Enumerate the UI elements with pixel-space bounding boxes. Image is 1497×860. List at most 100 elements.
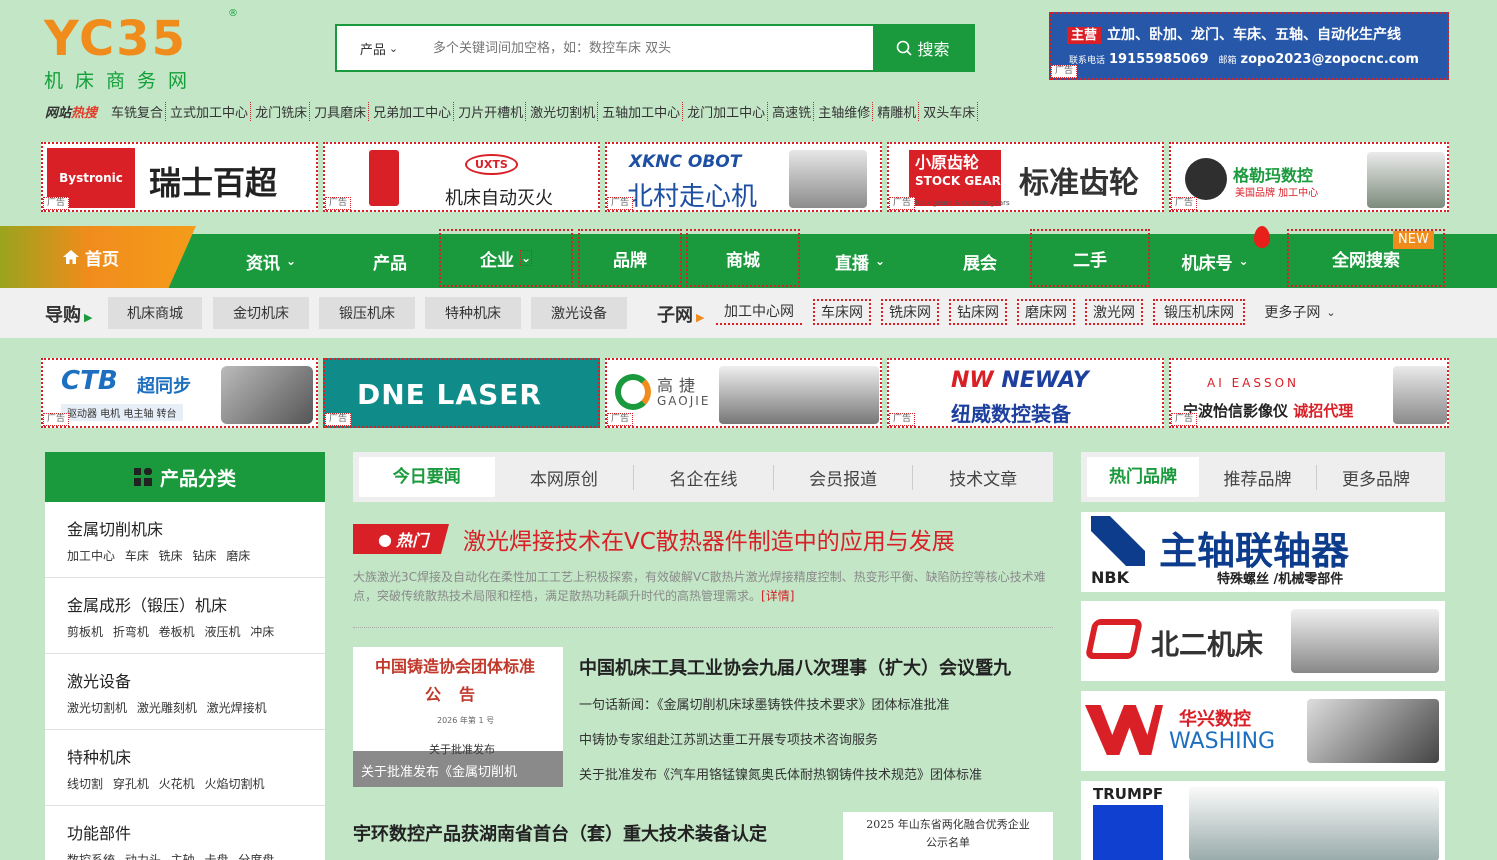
chevron-down-icon: ⌄ xyxy=(1238,254,1249,268)
subnet-link[interactable]: 加工中心网 xyxy=(716,299,802,325)
subnet-link[interactable]: 磨床网 xyxy=(1017,299,1075,325)
hot-keyword[interactable]: 高速铣 xyxy=(770,101,815,121)
nav-live[interactable]: 直播 ⌄ xyxy=(800,234,920,288)
brand-name: 北二机床 xyxy=(1151,628,1264,661)
guide-label: 导购 ▶ xyxy=(45,301,92,327)
search-input[interactable] xyxy=(421,26,873,70)
news-title[interactable]: 宇环数控产品获湖南省首台（套）重大技术装备认定 xyxy=(353,820,767,846)
ad-gelema[interactable]: 格勒玛数控 美国品牌 加工中心 广告 xyxy=(1169,142,1449,212)
nav-secondhand[interactable]: 二手 xyxy=(1030,229,1150,287)
tab-tech-articles[interactable]: 技术文章 xyxy=(913,465,1053,490)
category-subs[interactable]: 线切割 穿孔机 火花机 火焰切割机 xyxy=(67,775,325,792)
ad-easson[interactable]: AI EASSON 宁波怡信影像仪 诚招代理 广告 xyxy=(1169,358,1449,428)
subnet-link[interactable]: 激光网 xyxy=(1085,299,1143,325)
ad-sub: 美国品牌 加工中心 xyxy=(1235,188,1319,199)
easson-logo: AI EASSON xyxy=(1207,376,1300,390)
hot-keyword[interactable]: 兄弟加工中心 xyxy=(371,101,455,121)
ad-tag: 广告 xyxy=(1171,197,1198,210)
ad-ctb[interactable]: CTB 超同步 驱动器 电机 电主轴 转台 广告 xyxy=(41,358,318,428)
tab-member-reports[interactable]: 会员报道 xyxy=(774,464,914,490)
ad-gaojie[interactable]: 高捷 GAOJIE 广告 xyxy=(605,358,882,428)
details-link[interactable]: [详情] xyxy=(761,589,794,603)
thumb-line2: 公告 xyxy=(425,685,494,704)
hot-keyword[interactable]: 刀片开槽机 xyxy=(456,101,527,121)
hot-keyword[interactable]: 精雕机 xyxy=(875,101,920,121)
search-category-select[interactable]: 产品 ⌄ xyxy=(337,26,421,70)
uxts-logo: UXTS xyxy=(465,154,518,175)
brand-trumpf[interactable]: TRUMPF xyxy=(1081,781,1445,860)
nav-brand[interactable]: 品牌 xyxy=(578,229,682,287)
tab-famous-companies[interactable]: 名企在线 xyxy=(634,464,774,490)
category-title: 功能部件 xyxy=(67,824,132,843)
ad-neway[interactable]: NW NEWAY 纽威数控装备 广告 xyxy=(887,358,1164,428)
ad-stock-gears[interactable]: 小原齿轮 STOCK GEARS Stock gears & custom gea… xyxy=(887,142,1164,212)
tab-today-news[interactable]: 今日要闻 xyxy=(359,457,495,497)
search-button[interactable]: 搜索 xyxy=(873,26,973,70)
news-title[interactable]: 中国机床工具工业协会九届八次理事（扩大）会议暨九 xyxy=(579,654,1011,680)
guide-button[interactable]: 金切机床 xyxy=(213,297,309,329)
category-title: 激光设备 xyxy=(67,672,132,691)
category-subs[interactable]: 数控系统 动力头 主轴 卡盘 分度盘 xyxy=(67,851,325,860)
category-block[interactable]: 特种机床 线切割 穿孔机 火花机 火焰切割机 xyxy=(45,730,325,806)
guide-button[interactable]: 锻压机床 xyxy=(319,297,415,329)
news-thumbnail[interactable]: 2025 年山东省两化融合优秀企业 公示名单 xyxy=(843,812,1053,860)
nav-expo[interactable]: 展会 xyxy=(920,234,1040,288)
headline-link[interactable]: 激光焊接技术在VC散热器件制造中的应用与发展 xyxy=(463,522,955,556)
category-title: 金属成形（锻压）机床 xyxy=(67,596,228,615)
category-subs[interactable]: 剪板机 折弯机 卷板机 液压机 冲床 xyxy=(67,623,325,640)
hot-keyword[interactable]: 龙门铣床 xyxy=(253,101,311,121)
hot-keyword[interactable]: 主轴维修 xyxy=(816,101,874,121)
ad-bystronic[interactable]: Bystronic 瑞士百超 广告 xyxy=(41,142,318,212)
nav-home[interactable]: 首页 xyxy=(0,226,196,288)
subnet-label-text: 子网 xyxy=(657,305,693,326)
guide-button[interactable]: 激光设备 xyxy=(531,297,627,329)
ad-dne-laser[interactable]: DNE LASER 广告 xyxy=(323,358,600,428)
tab-recommended-brands[interactable]: 推荐品牌 xyxy=(1199,464,1317,490)
brand-washing[interactable]: 华兴数控 WASHING xyxy=(1081,691,1445,771)
news-link[interactable]: 中铸协专家组赴江苏凯达重工开展专项技术咨询服务 xyxy=(579,729,878,748)
subnet-link[interactable]: 铣床网 xyxy=(881,299,939,325)
category-block[interactable]: 功能部件数控系统 动力头 主轴 卡盘 分度盘 xyxy=(45,806,325,860)
tab-more-brands[interactable]: 更多品牌 xyxy=(1317,465,1435,490)
more-subnets[interactable]: 更多子网 ⌄ xyxy=(1255,299,1345,325)
guide-button[interactable]: 机床商城 xyxy=(108,297,202,329)
category-block[interactable]: 金属成形（锻压）机床剪板机 折弯机 卷板机 液压机 冲床 xyxy=(45,578,325,654)
ad-uxts[interactable]: UXTS 机床自动灭火 广告 xyxy=(323,142,600,212)
ad-xknc[interactable]: XKNC OBOT 北村走心机 广告 xyxy=(605,142,882,212)
hot-search-bar: 网站热搜 车铣复合 立式加工中心 龙门铣床 刀具磨床 兄弟加工中心 刀片开槽机 … xyxy=(45,100,980,122)
nav-enterprise[interactable]: 企业 ⌄ xyxy=(439,229,573,287)
site-logo[interactable]: YC35 机床商务网 ® xyxy=(44,8,240,92)
news-thumbnail[interactable]: 中国铸造协会团体标准 公告 2026 年第 1 号 关于批准发布 关于批准发布《… xyxy=(353,647,563,787)
nav-products[interactable]: 产品 xyxy=(330,234,450,288)
tab-hot-brands[interactable]: 热门品牌 xyxy=(1087,457,1199,497)
hot-keyword[interactable]: 激光切割机 xyxy=(528,101,599,121)
hot-keyword[interactable]: 五轴加工中心 xyxy=(600,101,684,121)
category-block[interactable]: 激光设备激光切割机 激光雕刻机 激光焊接机 xyxy=(45,654,325,730)
category-block[interactable]: 金属切削机床 加工中心 车床 铣床 钻床 磨床 xyxy=(45,502,325,578)
more-subnets-label: 更多子网 xyxy=(1264,305,1321,321)
brand-nbk[interactable]: NBK 主轴联轴器 特殊螺丝 /机械零部件 xyxy=(1081,512,1445,592)
brand-beier[interactable]: 北二机床 xyxy=(1081,601,1445,681)
category-subs[interactable]: 激光切割机 激光雕刻机 激光焊接机 xyxy=(67,699,325,716)
news-link[interactable]: 关于批准发布《汽车用铬锰镍氮奥氏体耐热钢铸件技术规范》团体标准 xyxy=(579,764,1045,783)
subnet-link[interactable]: 钻床网 xyxy=(949,299,1007,325)
category-subs[interactable]: 加工中心 车床 铣床 钻床 磨床 xyxy=(67,547,325,564)
search-category-label: 产品 xyxy=(359,42,386,58)
hot-keyword[interactable]: 龙门加工中心 xyxy=(685,101,769,121)
ad-tag: 广告 xyxy=(43,413,70,426)
top-ad-email: zopo2023@zopocnc.com xyxy=(1240,52,1419,67)
hot-keyword[interactable]: 立式加工中心 xyxy=(168,101,252,121)
nav-news[interactable]: 资讯 ⌄ xyxy=(212,234,330,288)
tab-original[interactable]: 本网原创 xyxy=(495,464,635,490)
nav-label: 企业 xyxy=(479,250,514,271)
subnet-link[interactable]: 锻压机床网 xyxy=(1153,299,1245,325)
subnet-link[interactable]: 车床网 xyxy=(813,299,871,325)
top-ad-line2: 联系电话 19155985069 邮箱 zopo2023@zopocnc.com xyxy=(1069,52,1419,67)
nav-mall[interactable]: 商城 xyxy=(686,229,800,287)
top-right-ad[interactable]: 主营 立加、卧加、龙门、车床、五轴、自动化生产线 联系电话 19155985069 邮… xyxy=(1049,12,1449,80)
hot-keyword[interactable]: 双头车床 xyxy=(921,101,979,121)
guide-button[interactable]: 特种机床 xyxy=(425,297,521,329)
news-link[interactable]: 一句话新闻：《金属切削机床球墨铸铁件技术要求》团体标准批准 xyxy=(579,694,950,713)
hot-keyword[interactable]: 刀具磨床 xyxy=(312,101,370,121)
hot-keyword[interactable]: 车铣复合 xyxy=(109,101,167,121)
